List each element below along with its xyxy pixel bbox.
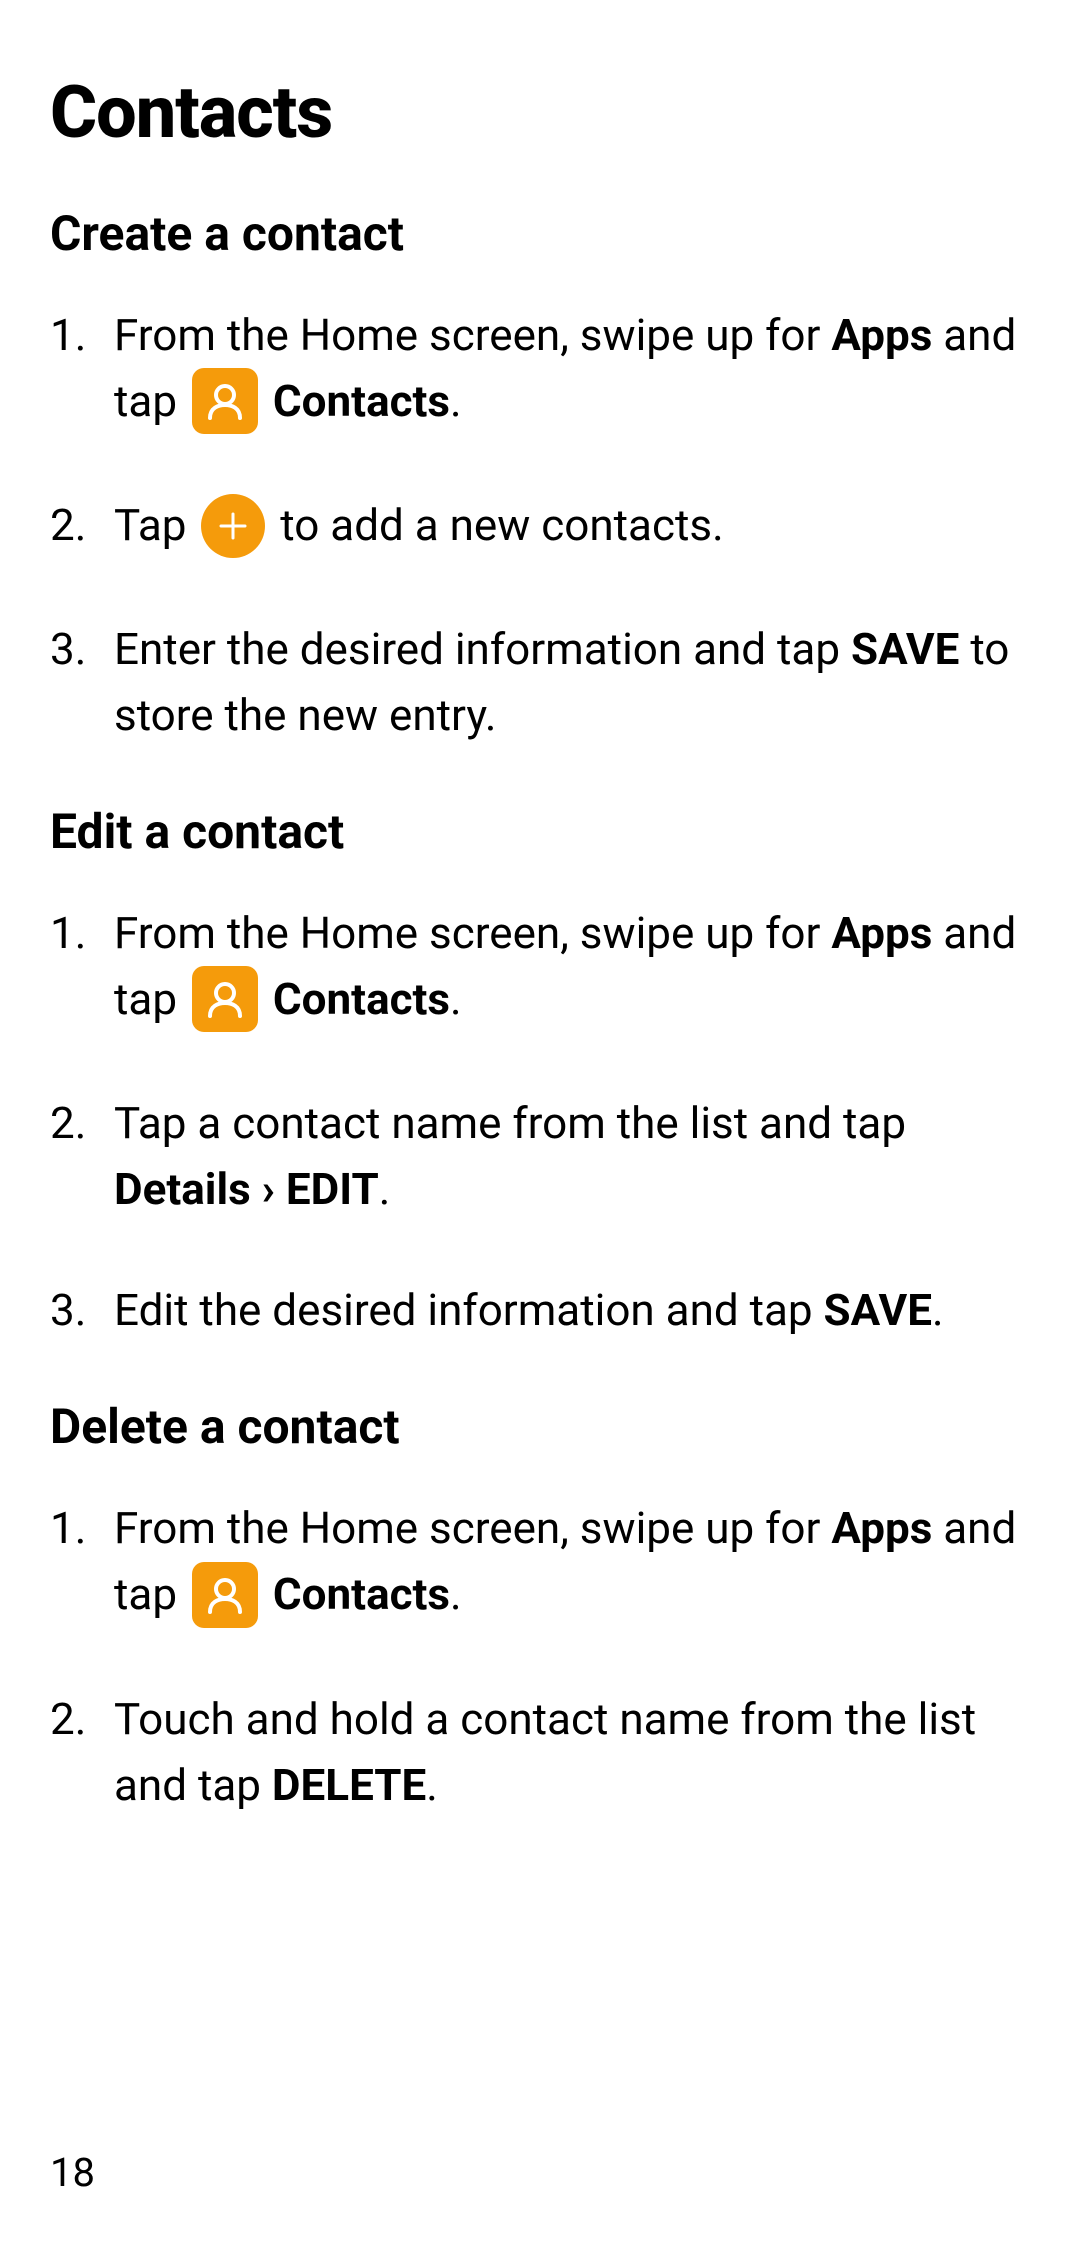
step-item: From the Home screen, swipe up for Apps … (50, 900, 1030, 1035)
step-text: Tap a contact name from the list and tap (114, 1097, 906, 1149)
label-apps: Apps (831, 309, 932, 361)
contacts-icon (192, 368, 258, 434)
contacts-icon (192, 1562, 258, 1628)
step-item: Touch and hold a contact name from the l… (50, 1686, 1030, 1818)
steps-edit: From the Home screen, swipe up for Apps … (50, 900, 1030, 1343)
add-icon (201, 494, 265, 558)
page-number: 18 (50, 2149, 95, 2196)
label-save: SAVE (824, 1284, 932, 1336)
manual-page: Contacts Create a contact From the Home … (0, 0, 1080, 2256)
step-text: . (450, 1568, 462, 1620)
steps-create: From the Home screen, swipe up for Apps … (50, 302, 1030, 748)
step-item: From the Home screen, swipe up for Apps … (50, 1495, 1030, 1630)
label-save: SAVE (851, 623, 959, 675)
step-text: . (932, 1284, 944, 1336)
step-item: Enter the desired information and tap SA… (50, 616, 1030, 748)
step-text: . (426, 1759, 438, 1811)
step-item: Tap to add a new contacts. (50, 492, 1030, 560)
step-text: to add a new contacts. (269, 499, 723, 551)
step-item: Edit the desired information and tap SAV… (50, 1277, 1030, 1343)
step-text: Tap (114, 499, 197, 551)
step-item: Tap a contact name from the list and tap… (50, 1090, 1030, 1222)
section-heading-create: Create a contact (50, 205, 1030, 262)
page-title: Contacts (50, 70, 1030, 155)
label-contacts: Contacts (262, 375, 450, 427)
step-text: Edit the desired information and tap (114, 1284, 824, 1336)
label-delete: DELETE (272, 1759, 426, 1811)
label-apps: Apps (831, 907, 932, 959)
step-text: . (450, 973, 462, 1025)
step-item: From the Home screen, swipe up for Apps … (50, 302, 1030, 437)
section-heading-edit: Edit a contact (50, 803, 1030, 860)
step-text: . (379, 1163, 391, 1215)
label-contacts: Contacts (262, 1568, 450, 1620)
steps-delete: From the Home screen, swipe up for Apps … (50, 1495, 1030, 1817)
separator: › (251, 1163, 286, 1215)
step-text: From the Home screen, swipe up for (114, 1502, 831, 1554)
label-edit: EDIT (286, 1163, 379, 1215)
step-text: Touch and hold a contact name from the l… (114, 1693, 976, 1811)
step-text: Enter the desired information and tap (114, 623, 851, 675)
step-text: From the Home screen, swipe up for (114, 907, 831, 959)
section-heading-delete: Delete a contact (50, 1398, 1030, 1455)
label-details: Details (114, 1163, 251, 1215)
label-apps: Apps (831, 1502, 932, 1554)
contacts-icon (192, 966, 258, 1032)
step-text: From the Home screen, swipe up for (114, 309, 831, 361)
label-contacts: Contacts (262, 973, 450, 1025)
step-text: . (450, 375, 462, 427)
